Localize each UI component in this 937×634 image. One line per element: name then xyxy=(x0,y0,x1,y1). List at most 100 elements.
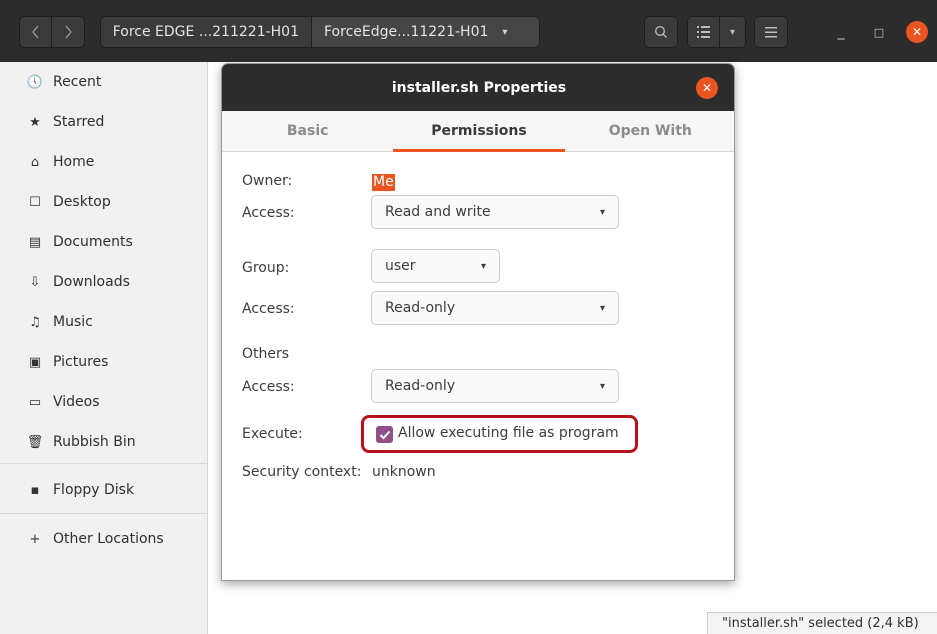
owner-value: Me xyxy=(372,174,395,191)
window-close-button[interactable]: ✕ xyxy=(906,21,928,43)
clock-icon: 🕔 xyxy=(26,74,44,90)
chevron-down-icon: ▾ xyxy=(599,207,605,218)
sidebar-item-music[interactable]: ♫ Music xyxy=(0,304,208,340)
sidebar-divider xyxy=(0,513,208,514)
tab-label: Basic xyxy=(286,123,329,139)
view-toggle-button[interactable] xyxy=(687,16,720,48)
dialog-header: installer.sh Properties ✕ xyxy=(222,64,734,111)
others-label: Others xyxy=(242,346,290,362)
trash-icon: 🗑 xyxy=(26,434,44,450)
status-bar: "installer.sh" selected (2,4 kB) xyxy=(707,612,937,634)
documents-icon: ▤ xyxy=(28,234,42,250)
chevron-down-icon: ▾ xyxy=(599,381,605,392)
search-icon xyxy=(655,26,667,38)
checkmark-icon xyxy=(379,430,390,439)
security-context-label: Security context: xyxy=(242,464,362,480)
chevron-right-icon xyxy=(65,25,72,39)
dialog-close-button[interactable]: ✕ xyxy=(696,77,718,99)
star-icon: ★ xyxy=(29,114,41,130)
pictures-icon: ▣ xyxy=(28,354,42,370)
chevron-left-icon xyxy=(31,25,39,39)
videos-icon: ▭ xyxy=(28,394,42,410)
path-segment-current-label: ForceEdge...11221-H01 xyxy=(324,24,489,40)
sidebar-item-videos[interactable]: ▭ Videos xyxy=(0,384,208,420)
close-icon: ✕ xyxy=(701,81,713,95)
home-icon: ⌂ xyxy=(30,154,40,170)
sidebar-item-label: Home xyxy=(53,154,95,170)
maximize-icon: □ xyxy=(873,25,885,39)
execute-checkbox[interactable] xyxy=(376,426,393,443)
minimize-button[interactable]: _ xyxy=(829,20,853,44)
list-view-icon xyxy=(696,26,710,38)
group-dropdown[interactable]: user ▾ xyxy=(371,249,500,283)
header-bar: Force EDGE ...211221-H01 ForceEdge...112… xyxy=(0,0,937,62)
group-access-label: Access: xyxy=(242,301,295,317)
sidebar-item-label: Pictures xyxy=(53,354,109,370)
sidebar-item-label: Downloads xyxy=(53,274,130,290)
chevron-down-icon: ▾ xyxy=(502,26,508,38)
sidebar-item-floppy-disk[interactable]: ▪ Floppy Disk xyxy=(0,472,208,508)
sidebar: 🕔 Recent ★ Starred ⌂ Home ☐ Desktop ▤ Do… xyxy=(0,62,208,634)
forward-button[interactable] xyxy=(52,16,85,48)
execute-checkbox-label[interactable]: Allow executing file as program xyxy=(398,425,619,441)
chevron-down-icon: ▾ xyxy=(480,261,486,272)
others-access-label: Access: xyxy=(242,379,295,395)
group-access-value: Read-only xyxy=(385,300,456,316)
music-icon: ♫ xyxy=(29,314,41,330)
sidebar-item-label: Recent xyxy=(53,74,102,90)
main-menu-button[interactable] xyxy=(754,16,788,48)
tab-label: Permissions xyxy=(431,123,527,139)
close-icon: ✕ xyxy=(911,25,923,39)
sidebar-item-label: Starred xyxy=(53,114,105,130)
owner-access-dropdown[interactable]: Read and write ▾ xyxy=(371,195,619,229)
plus-icon: + xyxy=(29,531,41,547)
sidebar-item-other-locations[interactable]: + Other Locations xyxy=(0,521,208,557)
maximize-button[interactable]: □ xyxy=(867,20,891,44)
dialog-tabs: Basic Permissions Open With xyxy=(222,111,734,152)
owner-access-label: Access: xyxy=(242,205,295,221)
sidebar-item-label: Videos xyxy=(53,394,100,410)
desktop-icon: ☐ xyxy=(29,194,41,210)
group-label: Group: xyxy=(242,260,290,276)
view-options-button[interactable]: ▾ xyxy=(720,16,746,48)
path-bar: Force EDGE ...211221-H01 ForceEdge...112… xyxy=(100,16,540,48)
path-segment-current[interactable]: ForceEdge...11221-H01 ▾ xyxy=(312,16,540,48)
sidebar-item-home[interactable]: ⌂ Home xyxy=(0,144,208,180)
floppy-disk-icon: ▪ xyxy=(30,482,40,498)
others-access-dropdown[interactable]: Read-only ▾ xyxy=(371,369,619,403)
sidebar-item-rubbish-bin[interactable]: 🗑 Rubbish Bin xyxy=(0,424,208,460)
sidebar-item-label: Floppy Disk xyxy=(53,482,135,498)
back-button[interactable] xyxy=(19,16,52,48)
dialog-title: installer.sh Properties xyxy=(391,79,567,96)
sidebar-divider xyxy=(0,463,208,464)
owner-label: Owner: xyxy=(242,173,293,189)
sidebar-item-recent[interactable]: 🕔 Recent xyxy=(0,64,208,100)
path-segment-parent[interactable]: Force EDGE ...211221-H01 xyxy=(100,16,312,48)
sidebar-item-pictures[interactable]: ▣ Pictures xyxy=(0,344,208,380)
download-icon: ⇩ xyxy=(29,274,41,290)
sidebar-item-starred[interactable]: ★ Starred xyxy=(0,104,208,140)
sidebar-item-desktop[interactable]: ☐ Desktop xyxy=(0,184,208,220)
path-segment-parent-label: Force EDGE ...211221-H01 xyxy=(112,24,299,40)
sidebar-item-downloads[interactable]: ⇩ Downloads xyxy=(0,264,208,300)
minimize-icon: _ xyxy=(837,24,845,40)
search-button[interactable] xyxy=(644,16,678,48)
tab-label: Open With xyxy=(608,123,692,139)
sidebar-item-label: Documents xyxy=(53,234,133,250)
tab-permissions[interactable]: Permissions xyxy=(393,111,565,152)
execute-label: Execute: xyxy=(242,426,303,442)
sidebar-item-label: Other Locations xyxy=(53,531,164,547)
tab-open-with[interactable]: Open With xyxy=(565,111,734,151)
sidebar-item-label: Music xyxy=(53,314,93,330)
group-access-dropdown[interactable]: Read-only ▾ xyxy=(371,291,619,325)
sidebar-item-label: Desktop xyxy=(53,194,111,210)
tab-basic[interactable]: Basic xyxy=(222,111,393,151)
status-text: "installer.sh" selected (2,4 kB) xyxy=(722,616,919,631)
others-access-value: Read-only xyxy=(385,378,456,394)
chevron-down-icon: ▾ xyxy=(599,303,605,314)
owner-access-value: Read and write xyxy=(385,204,491,220)
group-value: user xyxy=(385,258,416,274)
nav-buttons xyxy=(19,16,85,48)
chevron-down-icon: ▾ xyxy=(729,26,736,38)
sidebar-item-documents[interactable]: ▤ Documents xyxy=(0,224,208,260)
